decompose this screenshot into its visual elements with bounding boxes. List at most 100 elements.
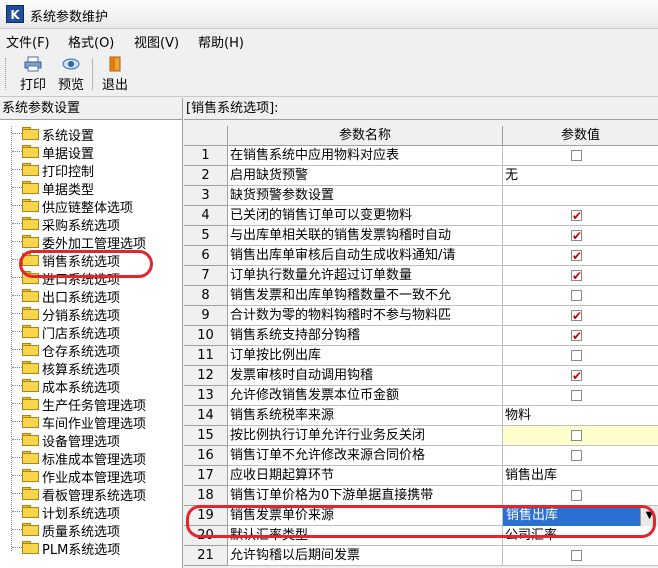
tree-item[interactable]: 打印控制	[0, 160, 182, 180]
table-row[interactable]: 5 与出库单相关联的销售发票钩稽时自动	[184, 226, 658, 246]
tree-item[interactable]: 门店系统选项	[0, 322, 182, 342]
tree-item[interactable]: 委外加工管理选项	[0, 232, 182, 252]
parameter-value[interactable]	[503, 226, 658, 246]
table-row[interactable]: 13 允许修改销售发票本位币金额	[184, 386, 658, 406]
parameter-value[interactable]: 公司汇率	[503, 526, 658, 546]
table-row[interactable]: 20 默认汇率类型 公司汇率	[184, 526, 658, 546]
tree-item[interactable]: 进口系统选项	[0, 268, 182, 288]
checkbox[interactable]	[571, 246, 582, 266]
parameter-value[interactable]	[503, 146, 658, 166]
menu-help[interactable]: 帮助(H)	[198, 32, 244, 51]
tree-item[interactable]: 质量系统选项	[0, 520, 182, 540]
tree-item[interactable]: 系统设置	[0, 124, 182, 144]
checkbox[interactable]	[571, 226, 582, 246]
tree-item[interactable]: 单据设置	[0, 142, 182, 162]
checkbox[interactable]	[571, 390, 582, 401]
checkbox[interactable]	[571, 550, 582, 561]
table-row[interactable]: 10 销售系统支持部分钩稽	[184, 326, 658, 346]
preview-button[interactable]: 预览	[54, 54, 88, 94]
tree-item[interactable]: 采购系统选项	[0, 214, 182, 234]
checkbox[interactable]	[571, 266, 582, 286]
table-row[interactable]: 2 启用缺货预警无	[184, 166, 658, 186]
tree-item[interactable]: 生产任务管理选项	[0, 394, 182, 414]
table-row[interactable]: 16 销售订单不允许修改来源合同价格	[184, 446, 658, 466]
menu-format[interactable]: 格式(O)	[68, 32, 114, 51]
parameter-value[interactable]	[503, 266, 658, 286]
parameter-name: 订单执行数量允许超过订单数量	[228, 266, 503, 286]
print-label: 打印	[19, 78, 46, 93]
parameter-value[interactable]	[503, 286, 658, 306]
table-row[interactable]: 12 发票审核时自动调用钩稽	[184, 366, 658, 386]
column-header-value[interactable]: 参数值	[503, 126, 658, 146]
parameter-value[interactable]	[503, 426, 658, 446]
checkbox[interactable]	[571, 306, 582, 326]
parameter-value[interactable]	[503, 326, 658, 346]
table-row[interactable]: 21 允许钩稽以后期间发票	[184, 546, 658, 566]
menu-view[interactable]: 视图(V)	[134, 32, 179, 51]
column-header-name[interactable]: 参数名称	[228, 126, 503, 146]
table-row[interactable]: 11 订单按比例出库	[184, 346, 658, 366]
parameter-value[interactable]	[503, 386, 658, 406]
parameter-value[interactable]	[503, 446, 658, 466]
tree-item[interactable]: 供应链整体选项	[0, 196, 182, 216]
table-row[interactable]: 1 在销售系统中应用物料对应表	[184, 146, 658, 166]
checkbox[interactable]	[571, 366, 582, 386]
checkbox[interactable]	[571, 290, 582, 301]
value-text: 公司汇率	[505, 528, 558, 543]
table-row[interactable]: 6 销售出库单审核后自动生成收料通知/请	[184, 246, 658, 266]
table-row[interactable]: 3 缺货预警参数设置	[184, 186, 658, 206]
tree-item[interactable]: 作业成本管理选项	[0, 466, 182, 486]
parameter-value[interactable]	[503, 246, 658, 266]
table-row[interactable]: 15 按比例执行订单允许行业务反关闭	[184, 426, 658, 446]
parameter-value[interactable]	[503, 186, 658, 206]
table-row[interactable]: 4 已关闭的销售订单可以变更物料	[184, 206, 658, 226]
table-row[interactable]: 17 应收日期起算环节 销售出库	[184, 466, 658, 486]
table-row[interactable]: 9 合计数为零的物料钩稽时不参与物料匹	[184, 306, 658, 326]
tree-item[interactable]: 单据类型	[0, 178, 182, 198]
tree-item[interactable]: 核算系统选项	[0, 358, 182, 378]
checkbox[interactable]	[571, 206, 582, 226]
parameter-value[interactable]	[503, 206, 658, 226]
tree-item[interactable]: 计划系统选项	[0, 502, 182, 522]
parameter-value[interactable]	[503, 486, 658, 506]
table-row[interactable]: 19 销售发票单价来源 销售出库 ▼	[184, 506, 658, 526]
parameter-value[interactable]: 销售出库 ▼	[503, 506, 658, 526]
tree-item[interactable]: PLM系统选项	[0, 538, 182, 558]
parameter-value[interactable]: 物料	[503, 406, 658, 426]
tree-item[interactable]: 仓存系统选项	[0, 340, 182, 360]
parameter-value[interactable]	[503, 306, 658, 326]
print-button[interactable]: 打印	[16, 54, 50, 94]
checkbox[interactable]	[571, 490, 582, 501]
tree-item[interactable]: 标准成本管理选项	[0, 448, 182, 468]
price-source-select[interactable]: 销售出库 ▼	[503, 506, 658, 526]
parameter-value[interactable]	[503, 546, 658, 566]
row-number: 5	[184, 226, 228, 246]
tree-item[interactable]: 成本系统选项	[0, 376, 182, 396]
chevron-down-icon[interactable]: ▼	[640, 506, 658, 526]
tree-item[interactable]: 看板管理系统选项	[0, 484, 182, 504]
parameter-value[interactable]: 无	[503, 166, 658, 186]
checkbox[interactable]	[571, 430, 582, 441]
checkbox[interactable]	[571, 150, 582, 161]
table-row[interactable]: 8 销售发票和出库单钩稽数量不一致不允	[184, 286, 658, 306]
tree-item[interactable]: 销售系统选项	[0, 250, 182, 270]
parameter-value[interactable]: 销售出库	[503, 466, 658, 486]
table-row[interactable]: 18 销售订单价格为0下游单据直接携带	[184, 486, 658, 506]
tree-connector	[12, 349, 22, 350]
menu-file[interactable]: 文件(F)	[6, 32, 50, 51]
exit-button[interactable]: 退出	[98, 54, 132, 94]
tree-item[interactable]: 车间作业管理选项	[0, 412, 182, 432]
folder-icon	[22, 487, 39, 500]
tree-item[interactable]: 设备管理选项	[0, 430, 182, 450]
parameter-value[interactable]	[503, 346, 658, 366]
grid-corner	[184, 126, 228, 146]
parameter-value[interactable]	[503, 366, 658, 386]
table-row[interactable]: 7 订单执行数量允许超过订单数量	[184, 266, 658, 286]
tree-item[interactable]: 分销系统选项	[0, 304, 182, 324]
tree-item[interactable]: 出口系统选项	[0, 286, 182, 306]
table-row[interactable]: 14 销售系统税率来源 物料	[184, 406, 658, 426]
checkbox[interactable]	[571, 326, 582, 346]
toolbar-grip[interactable]	[5, 58, 9, 90]
checkbox[interactable]	[571, 450, 582, 461]
checkbox[interactable]	[571, 350, 582, 361]
